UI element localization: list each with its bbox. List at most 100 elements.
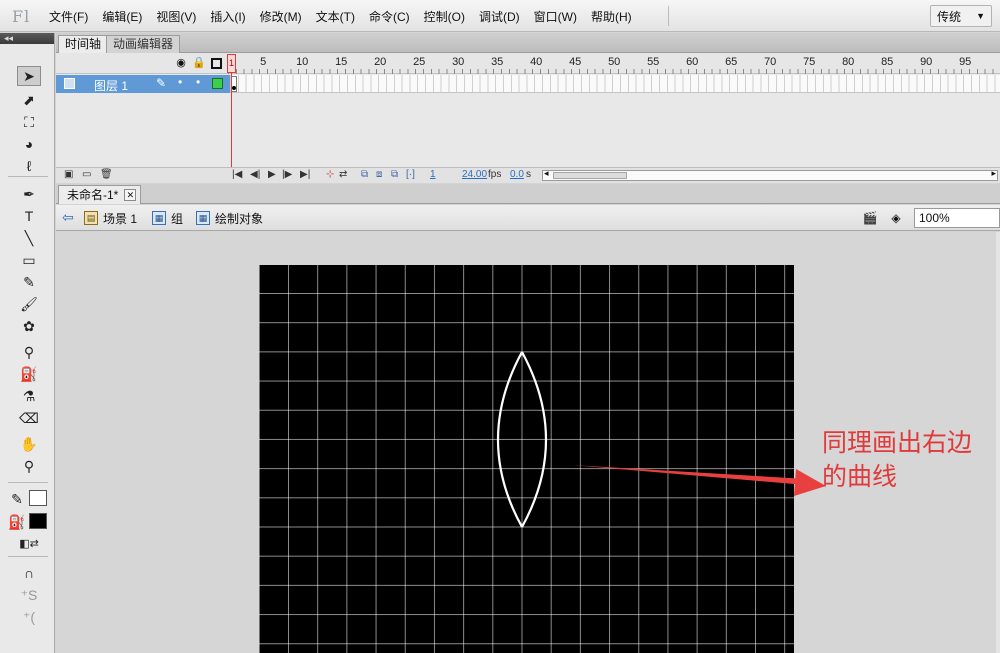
scene-icon: ▤ (84, 211, 98, 225)
line-tool[interactable]: ╲ (17, 228, 41, 248)
annotation-line-2: 的曲线 (822, 462, 898, 491)
ruler-number: 5 (260, 56, 267, 68)
current-frame-value[interactable]: 1 (430, 169, 436, 180)
ruler-number: 75 (803, 56, 816, 68)
selection-tool[interactable]: ➤ (17, 66, 41, 86)
menu-window[interactable]: 窗口(W) (527, 8, 584, 25)
eyedropper-tool[interactable]: ⚗ (17, 386, 41, 406)
ruler-number: 25 (413, 56, 426, 68)
menu-modify[interactable]: 修改(M) (253, 8, 309, 25)
lasso-tool[interactable]: ℓ (17, 156, 41, 176)
swap-colors-icon[interactable]: ◧⇄ (14, 533, 44, 553)
pencil-icon: ✎ (156, 76, 167, 90)
new-layer-icon[interactable]: ▣ (64, 169, 73, 180)
fill-color-icon: ⛽ (8, 513, 26, 530)
scrollbar-thumb[interactable] (553, 172, 627, 179)
stage-vertical-scrollbar[interactable] (996, 232, 1000, 653)
edit-scene-icon[interactable]: 🎬 (860, 209, 880, 227)
rectangle-tool[interactable]: ▭ (17, 250, 41, 270)
close-icon[interactable]: ✕ (124, 189, 137, 201)
menu-file[interactable]: 文件(F) (42, 8, 95, 25)
pencil-tool[interactable]: ✎ (17, 272, 41, 292)
visible-dot-icon[interactable]: • (178, 75, 182, 89)
ruler-ticks (228, 69, 1000, 74)
brush-tool[interactable]: 🖌 (17, 294, 41, 314)
menu-divider (668, 6, 669, 26)
keyframe-dot (232, 86, 236, 90)
layer-icon (64, 78, 75, 89)
outline-icon[interactable] (211, 58, 222, 69)
ruler-number: 85 (881, 56, 894, 68)
step-back-icon[interactable]: ◀| (250, 169, 260, 180)
back-arrow-icon[interactable]: ⇦ (62, 209, 74, 226)
menu-control[interactable]: 控制(O) (417, 8, 472, 25)
frames-grid[interactable] (230, 75, 1000, 93)
breadcrumb-scene[interactable]: ▤ 场景 1 (84, 209, 137, 227)
menu-insert[interactable]: 插入(I) (203, 8, 252, 25)
snap-magnet-icon[interactable]: ∩ (17, 563, 41, 583)
workspace-label: 传统 (937, 9, 962, 24)
text-tool[interactable]: T (17, 206, 41, 226)
breadcrumb-drawing-object-label: 绘制对象 (215, 211, 264, 226)
paint-bucket-tool[interactable]: ⛽ (17, 364, 41, 384)
menu-debug[interactable]: 调试(D) (472, 8, 527, 25)
onion-outline-icon[interactable]: ⧈ (376, 169, 382, 180)
document-tab[interactable]: 未命名-1* ✕ (58, 185, 142, 204)
onion-markers-icon[interactable]: [·] (406, 169, 415, 180)
layer-name[interactable]: 图层 1 (94, 77, 128, 94)
go-last-icon[interactable]: ▶| (300, 169, 310, 180)
playhead[interactable]: 1 (227, 54, 236, 73)
new-folder-icon[interactable]: ▭ (82, 169, 91, 180)
zoom-tool[interactable]: ⚲ (17, 456, 41, 476)
menu-commands[interactable]: 命令(C) (362, 8, 417, 25)
center-frame-icon[interactable]: ⊹ (326, 169, 334, 180)
step-forward-icon[interactable]: |▶ (282, 169, 292, 180)
go-first-icon[interactable]: |◀ (232, 169, 242, 180)
menu-view[interactable]: 视图(V) (149, 8, 203, 25)
lock-dot-icon[interactable]: • (196, 75, 200, 89)
delete-layer-icon[interactable]: 🗑 (100, 169, 113, 180)
scroll-right-icon[interactable]: ▸ (991, 168, 996, 179)
elapsed-time-value[interactable]: 0.0 (510, 169, 524, 180)
play-icon[interactable]: ▶ (268, 169, 276, 180)
eye-icon[interactable]: ◉ (174, 56, 188, 70)
ruler-number: 90 (920, 56, 933, 68)
menu-text[interactable]: 文本(T) (309, 8, 362, 25)
hand-tool[interactable]: ✋ (17, 434, 41, 454)
layer-row[interactable]: 图层 1 ✎ • • (56, 75, 230, 93)
loop-icon[interactable]: ⇄ (339, 169, 347, 180)
timeline-scrollbar[interactable]: ◂ ▸ (542, 168, 998, 181)
frame-ruler[interactable]: 15101520253035404550556065707580859095 (228, 53, 1000, 74)
breadcrumb-drawing-object[interactable]: ▦ 绘制对象 (196, 209, 263, 227)
free-transform-tool[interactable]: ⛶ (17, 112, 41, 132)
tools-panel: ◂◂ ➤ ⬈ ⛶ ◕ ℓ ✒ T ╲ ▭ ✎ 🖌 ✿ ⚲ ⛽ ⚗ ⌫ ✋ ⚲ ✎ ⛽ ◧⇄ ∩ ⁺S ⁺( (0, 33, 55, 653)
fps-value[interactable]: 24.00 (462, 169, 487, 180)
layer-outline-color[interactable] (212, 78, 223, 89)
menu-edit[interactable]: 编辑(E) (95, 8, 149, 25)
menu-help[interactable]: 帮助(H) (584, 8, 639, 25)
stage-drawing (496, 351, 548, 528)
eraser-tool[interactable]: ⌫ (17, 408, 41, 428)
edit-multiple-icon[interactable]: ⧉ (391, 169, 398, 180)
3d-rotation-tool[interactable]: ◕ (17, 134, 41, 154)
pen-tool[interactable]: ✒ (17, 184, 41, 204)
onion-skin-icon[interactable]: ⧉ (361, 169, 368, 180)
tab-timeline[interactable]: 时间轴 (58, 35, 109, 53)
stage-canvas[interactable] (259, 265, 794, 653)
workspace-switcher[interactable]: 传统 ▼ (930, 5, 992, 27)
edit-symbols-icon[interactable]: ◈ (886, 209, 906, 227)
stroke-color-swatch[interactable] (29, 490, 47, 506)
drawing-object-icon: ▦ (196, 211, 210, 225)
breadcrumb-group[interactable]: ▦ 组 (152, 209, 183, 227)
subselection-tool[interactable]: ⬈ (17, 90, 41, 110)
bone-tool[interactable]: ⚲ (17, 342, 41, 362)
deco-tool[interactable]: ✿ (17, 316, 41, 336)
timeline-controls: ▣ ▭ 🗑 |◀ ◀| ▶ |▶ ▶| ⊹ ⇄ ⧉ ⧈ ⧉ [·] 1 24.0… (56, 167, 1000, 183)
straighten-icon: ⁺( (22, 608, 36, 625)
tools-panel-collapse[interactable]: ◂◂ (0, 33, 54, 44)
tab-motion-editor[interactable]: 动画编辑器 (106, 35, 181, 53)
zoom-input[interactable]: 100% (914, 208, 1000, 228)
fill-color-swatch[interactable] (29, 513, 47, 529)
scroll-left-icon[interactable]: ◂ (544, 168, 549, 179)
lock-icon[interactable]: 🔒 (192, 56, 206, 70)
